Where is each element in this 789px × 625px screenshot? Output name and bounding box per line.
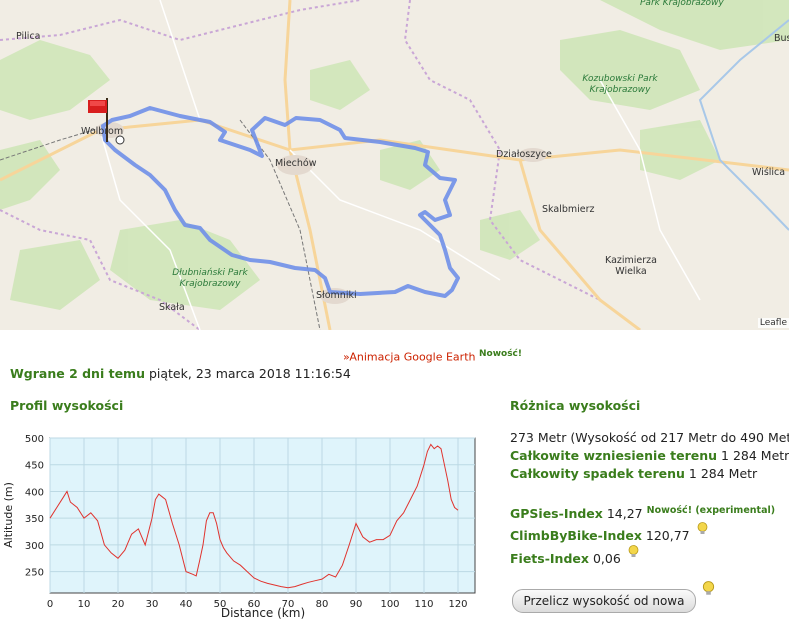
climb-label[interactable]: ClimbByBike-Index: [510, 528, 642, 543]
fiets-label[interactable]: Fiets-Index: [510, 551, 589, 566]
route-map[interactable]: Pilica Wolbrom Miechów Działoszyce Skalb…: [0, 0, 789, 330]
x-tick-label: 10: [78, 599, 91, 610]
gpsies-note: Nowość! (experimental): [646, 505, 776, 516]
ascent-row: Całkowite wzniesienie terenu 1 284 Metr: [510, 448, 789, 463]
x-tick-label: 120: [448, 599, 467, 610]
x-tick-label: 40: [180, 599, 193, 610]
y-tick-label: 500: [25, 434, 44, 445]
town-label: Miechów: [275, 158, 317, 169]
upload-date: piątek, 23 marca 2018 11:16:54: [148, 366, 351, 381]
elevation-diff: 273 Metr (Wysokość od 217 Metr do 490 Me…: [510, 430, 789, 445]
climb-value: 120,77: [645, 528, 690, 543]
y-ticks: 250 300 350 400 450 500: [25, 434, 44, 579]
y-tick-label: 300: [25, 541, 44, 552]
google-earth-link[interactable]: »Animacja Google Earth Nowość!: [343, 349, 522, 364]
gpsies-label[interactable]: GPSies-Index: [510, 506, 603, 521]
fiets-row: Fiets-Index 0,06: [510, 545, 639, 566]
x-tick-label: 0: [47, 599, 53, 610]
climb-row: ClimbByBike-Index 120,77: [510, 522, 708, 543]
x-tick-label: 110: [414, 599, 433, 610]
lightbulb-icon[interactable]: [697, 522, 708, 536]
x-axis-label: Distance (km): [221, 606, 305, 620]
town-label: Bus: [774, 33, 789, 44]
town-label: Skała: [159, 302, 185, 313]
profile-title: Profil wysokości: [10, 398, 124, 413]
recalculate-elevation-button[interactable]: Przelicz wysokość od nowa: [512, 589, 696, 613]
google-earth-label[interactable]: »Animacja Google Earth: [343, 351, 475, 364]
upload-label: Wgrane 2 dni temu: [10, 366, 145, 381]
y-tick-label: 250: [25, 568, 44, 579]
ascent-label: Całkowite wzniesienie terenu: [510, 448, 718, 463]
new-badge: Nowość!: [478, 349, 522, 359]
town-label: Wiślica: [752, 167, 786, 178]
town-label: Wolbrom: [81, 126, 124, 137]
ascent-value: 1 284 Metr: [721, 448, 789, 463]
x-tick-label: 30: [146, 599, 159, 610]
map-attribution[interactable]: Leafle: [757, 318, 789, 328]
x-tick-label: 100: [380, 599, 399, 610]
elevation-chart: 250300350400450500 0 10 20 30 40 50 60 70 80 90 10…: [2, 434, 476, 620]
x-tick-label: 90: [350, 599, 363, 610]
map-canvas: [0, 0, 789, 330]
descent-row: Całkowity spadek terenu 1 284 Metr: [510, 466, 757, 481]
upload-info: Wgrane 2 dni temu piątek, 23 marca 2018 …: [10, 366, 351, 381]
town-label: Słomniki: [316, 290, 357, 301]
x-tick-label: 20: [112, 599, 125, 610]
park-label: Kozubowski Park Krajobrazowy: [582, 74, 658, 95]
gpsies-value: 14,27: [606, 506, 643, 522]
y-tick-label: 450: [25, 461, 44, 472]
lightbulb-icon[interactable]: [628, 545, 639, 559]
town-label: Pilica: [16, 31, 41, 42]
elevation-title: Różnica wysokości: [510, 398, 641, 413]
fiets-value: 0,06: [592, 551, 621, 566]
town-label: Kazimierza Wielka: [605, 255, 657, 277]
y-tick-label: 400: [25, 487, 44, 498]
descent-value: 1 284 Metr: [688, 466, 758, 481]
lightbulb-icon[interactable]: [702, 581, 715, 597]
town-label: Działoszyce: [496, 149, 552, 160]
x-tick-label: 80: [316, 599, 329, 610]
park-label: Dłubniański Park Krajobrazowy: [172, 268, 248, 289]
plot-area: [49, 437, 476, 594]
y-axis-label: Altitude (m): [2, 482, 15, 548]
gpsies-row: GPSies-Index 14,27 Nowość! (experimental…: [510, 505, 775, 521]
park-label: Park Krajobrazowy: [640, 0, 724, 8]
descent-label: Całkowity spadek terenu: [510, 466, 685, 481]
town-label: Skalbmierz: [542, 204, 595, 215]
y-tick-label: 350: [25, 514, 44, 525]
